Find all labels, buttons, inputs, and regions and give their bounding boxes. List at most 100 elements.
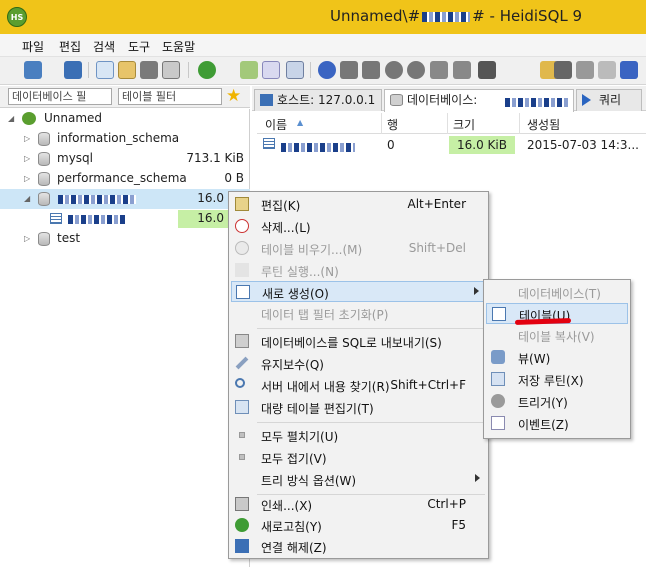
export-icon[interactable] — [240, 61, 258, 79]
remove-icon[interactable] — [407, 61, 425, 79]
tree-item-performance-schema[interactable]: ▷ performance_schema 0 B — [0, 169, 250, 189]
save-icon[interactable] — [554, 61, 572, 79]
menu-item-delete[interactable]: 삭제...(L) — [231, 216, 486, 237]
menu-item-shortcut: Shift+Del — [408, 241, 466, 255]
menu-search[interactable]: 검색 — [93, 38, 115, 55]
cell-created[interactable]: 2015-07-03 14:3... — [527, 138, 639, 152]
undo-icon[interactable] — [140, 61, 158, 79]
help-icon[interactable] — [318, 61, 336, 79]
menu-edit[interactable]: 편집 — [59, 38, 81, 55]
submenu-item-stored-routine[interactable]: 저장 루틴(X) — [486, 369, 628, 390]
database-icon — [38, 152, 50, 166]
menu-item-label: 서버 내에서 내용 찾기(R) — [261, 380, 390, 394]
grid-icon[interactable] — [576, 61, 594, 79]
menu-item-bulk-table-edit[interactable]: 대량 테이블 편집기(T) — [231, 397, 486, 418]
submenu-item-trigger[interactable]: 트리거(Y) — [486, 391, 628, 412]
expand-arrow-icon[interactable]: ▷ — [24, 154, 32, 164]
column-divider[interactable] — [447, 113, 448, 134]
menu-item-shortcut: Alt+Enter — [407, 197, 466, 211]
menu-item-collapse-all[interactable]: 모두 접기(V) — [231, 447, 486, 468]
expand-arrow-icon[interactable]: ▷ — [24, 134, 32, 144]
tree-item-information-schema[interactable]: ▷ information_schema — [0, 129, 250, 149]
tab-query[interactable]: 쿼리 — [576, 89, 642, 111]
query-play-icon — [582, 94, 591, 106]
submenu-item-copy-table[interactable]: 테이블 복사(V) — [486, 325, 628, 346]
tree-root-host[interactable]: ◢ Unnamed — [0, 109, 250, 129]
menu-item-create-new[interactable]: 새로 생성(O) — [231, 281, 486, 302]
add-icon[interactable] — [385, 61, 403, 79]
redacted-db-name — [422, 12, 471, 22]
tree-item-table[interactable]: 16.0 — [0, 209, 250, 229]
menu-item-edit[interactable]: 편집(K) Alt+Enter — [231, 194, 486, 215]
heidisql-logo-icon: HS — [7, 7, 27, 27]
database-size: 16.0 — [197, 191, 224, 205]
format-icon[interactable] — [620, 61, 638, 79]
tree-item-selected-database[interactable]: ◢ 16.0 — [0, 189, 250, 209]
submenu-item-label: 저장 루틴(X) — [518, 374, 584, 388]
menu-item-refresh[interactable]: 새로고침(Y) F5 — [231, 515, 486, 536]
connect-icon[interactable] — [24, 61, 42, 79]
snippet-icon[interactable] — [598, 61, 616, 79]
menu-item-empty-table[interactable]: 테이블 비우기...(M) Shift+Del — [231, 238, 486, 259]
column-divider[interactable] — [519, 113, 520, 134]
tab-host[interactable]: 호스트: 127.0.0.1 — [254, 89, 382, 111]
disconnect-icon[interactable] — [64, 61, 82, 79]
menu-item-reset-filter[interactable]: 데이터 탭 필터 초기화(P) — [231, 303, 486, 324]
menu-item-find-text[interactable]: 서버 내에서 내용 찾기(R) Shift+Ctrl+F — [231, 375, 486, 396]
submenu-item-event[interactable]: 이벤트(Z) — [486, 413, 628, 434]
first-icon[interactable] — [340, 61, 358, 79]
column-divider[interactable] — [381, 113, 382, 134]
cancel-icon[interactable] — [453, 61, 471, 79]
menu-item-expand-all[interactable]: 모두 펼치기(U) — [231, 425, 486, 446]
menu-file[interactable]: 파일 — [22, 38, 44, 55]
menu-item-tree-options[interactable]: 트리 방식 옵션(W) — [231, 469, 486, 490]
submenu-item-view[interactable]: 뷰(W) — [486, 347, 628, 368]
paste-icon[interactable] — [118, 61, 136, 79]
expand-arrow-icon[interactable]: ▷ — [24, 234, 32, 244]
favorite-star-icon[interactable]: ★ — [226, 87, 241, 106]
tab-label: 쿼리 — [599, 93, 622, 107]
redacted-table-name — [68, 215, 126, 224]
column-header-size[interactable]: 크기 — [453, 116, 475, 133]
menu-item-disconnect[interactable]: 연결 해제(Z) — [231, 536, 486, 557]
cell-rows[interactable]: 0 — [387, 138, 395, 152]
menu-item-print[interactable]: 인쇄...(X) Ctrl+P — [231, 494, 486, 515]
tab-database[interactable]: 데이터베이스: — [384, 89, 574, 112]
refresh-icon[interactable] — [198, 61, 216, 79]
submenu-item-database[interactable]: 데이터베이스(T) — [486, 282, 628, 303]
copy-icon[interactable] — [96, 61, 114, 79]
import-icon[interactable] — [262, 61, 280, 79]
last-icon[interactable] — [362, 61, 380, 79]
print-icon[interactable] — [162, 61, 180, 79]
toolbar-separator — [188, 62, 189, 78]
run-icon[interactable] — [478, 61, 496, 79]
column-header-created[interactable]: 생성됨 — [527, 116, 560, 133]
menu-item-label: 유지보수(Q) — [261, 358, 324, 372]
table-icon — [492, 307, 506, 321]
table-icon — [50, 213, 62, 224]
redacted-db-name — [58, 195, 136, 204]
column-header-rows[interactable]: 행 — [387, 116, 398, 133]
expand-arrow-icon[interactable]: ▷ — [24, 174, 32, 184]
bulk-edit-icon — [235, 400, 249, 414]
window-title-suffix: # - HeidiSQL 9 — [472, 7, 583, 25]
apply-icon[interactable] — [430, 61, 448, 79]
menu-item-label: 새로고침(Y) — [261, 520, 322, 534]
column-header-name[interactable]: 이름 — [265, 116, 287, 133]
database-filter-input[interactable]: 데이터베이스 필 — [8, 88, 112, 105]
collapse-arrow-icon[interactable]: ◢ — [24, 194, 32, 204]
table-filter-input[interactable]: 테이블 필터 — [118, 88, 222, 105]
menu-tools[interactable]: 도구 — [128, 38, 150, 55]
collapse-arrow-icon[interactable]: ◢ — [8, 114, 16, 124]
menu-item-run-routine[interactable]: 루틴 실행...(N) — [231, 260, 486, 281]
menu-item-maintenance[interactable]: 유지보수(Q) — [231, 353, 486, 374]
tree-item-mysql[interactable]: ▷ mysql 713.1 KiB — [0, 149, 250, 169]
menu-item-export-sql[interactable]: 데이터베이스를 SQL로 내보내기(S) — [231, 331, 486, 352]
edit-icon — [235, 197, 249, 211]
wrench-icon — [235, 356, 249, 370]
sql-icon[interactable] — [286, 61, 304, 79]
cell-size[interactable]: 16.0 KiB — [457, 138, 507, 152]
export-sql-icon — [235, 334, 249, 348]
tree-item-test[interactable]: ▷ test — [0, 229, 250, 249]
menu-help[interactable]: 도움말 — [162, 38, 195, 55]
